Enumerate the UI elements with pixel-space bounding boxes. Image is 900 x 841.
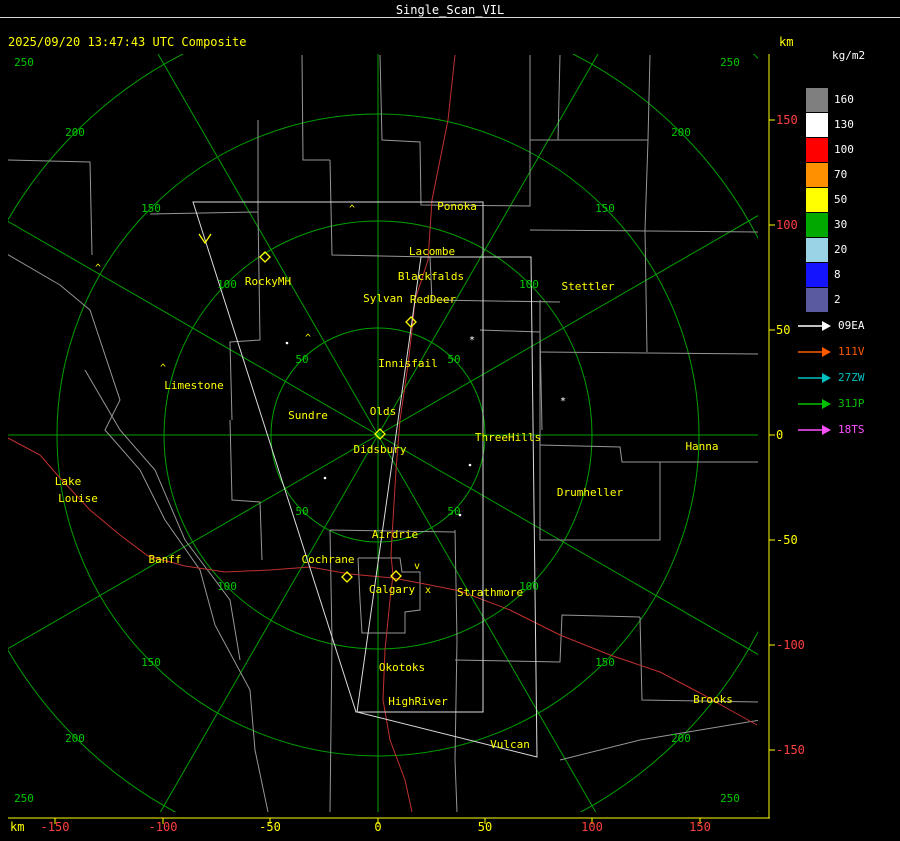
map-symbol: * [560, 396, 566, 407]
radar-arrow-icon [798, 373, 831, 383]
map-symbol: v [414, 561, 420, 572]
ring-label: 50 [447, 505, 460, 518]
radar-arrow-icon [798, 347, 831, 357]
axis-label: 100 [776, 218, 798, 232]
ring-label: 250 [14, 792, 34, 805]
colorbar-swatch [806, 113, 828, 137]
ring-label: 100 [519, 278, 539, 291]
colorbar-value: 50 [834, 193, 848, 206]
ring-label: 100 [519, 580, 539, 593]
ring-label: 200 [65, 126, 85, 139]
map-symbol: ^ [95, 263, 101, 274]
product-timestamp: 2025/09/20 13:47:43 UTC Composite [8, 35, 247, 49]
radar-arrow-icon [798, 399, 831, 409]
ring-distance-labels: 50 50 50 50 100 100 100 100 150 150 150 … [14, 56, 740, 805]
ring-label: 50 [447, 353, 460, 366]
colorbar-value: 70 [834, 168, 848, 181]
ring-label: 150 [595, 202, 615, 215]
colorbar-swatch [806, 88, 828, 112]
ring-label: 50 [295, 505, 308, 518]
axis-label: 0 [374, 820, 382, 834]
ring-label: 250 [720, 792, 740, 805]
map-symbol: ^ [305, 333, 311, 344]
road-lines [8, 54, 758, 812]
colorbar-swatch [806, 188, 828, 212]
axis-label: -150 [40, 820, 70, 834]
right-axis-ticks [769, 119, 775, 751]
radar-map-canvas[interactable]: 50 50 50 50 100 100 100 100 150 150 150 … [8, 54, 758, 812]
colorbar-swatch [806, 213, 828, 237]
ring-label: 200 [671, 126, 691, 139]
axis-label: -50 [776, 533, 798, 547]
axis-label: -100 [148, 820, 178, 834]
ring-label: 200 [671, 732, 691, 745]
echo-dot [468, 463, 472, 467]
axis-label: 100 [581, 820, 603, 834]
axis-label: 150 [776, 113, 798, 127]
colorbar-value: 160 [834, 93, 854, 106]
radar-id: 27ZW [838, 371, 865, 384]
colorbar-value: 30 [834, 218, 848, 231]
echo-dot [285, 341, 289, 345]
colorbar-value: 20 [834, 243, 848, 256]
ring-label: 150 [141, 656, 161, 669]
ring-label: 250 [720, 56, 740, 69]
axis-label: -150 [776, 743, 805, 757]
radar-id: 09EA [838, 319, 865, 332]
map-symbol: x [425, 585, 431, 596]
colorbar-swatch [806, 263, 828, 287]
ring-label: 150 [595, 656, 615, 669]
axis-label: 0 [776, 428, 784, 442]
right-axis-unit: km [779, 35, 794, 49]
echo-dot [323, 476, 327, 480]
axis-label: 50 [776, 323, 791, 337]
radar-id: 18TS [838, 423, 865, 436]
radar-arrow-icon [798, 425, 831, 435]
map-symbol: * [469, 335, 475, 346]
colorbar-swatch [806, 288, 828, 312]
ring-label: 250 [14, 56, 34, 69]
ring-label: 200 [65, 732, 85, 745]
colorbar-value: 100 [834, 143, 854, 156]
colorbar-unit: kg/m2 [832, 49, 866, 62]
axis-label: -50 [259, 820, 281, 834]
colorbar-swatch [806, 238, 828, 262]
colorbar-value: 8 [834, 268, 841, 281]
colorbar-swatch [806, 138, 828, 162]
colorbar-value: 130 [834, 118, 854, 131]
colorbar-swatch [806, 163, 828, 187]
ring-label: 100 [217, 278, 237, 291]
axis-label: 150 [689, 820, 711, 834]
ring-label: 100 [217, 580, 237, 593]
ring-label: 150 [141, 202, 161, 215]
window-title: Single_Scan_VIL [395, 3, 505, 17]
app-window: Single_Scan_VIL 2025/09/20 13:47:43 UTC … [0, 0, 900, 841]
radar-id: 31JP [838, 397, 865, 410]
radar-id: 111V [838, 345, 865, 358]
axis-label: 50 [477, 820, 493, 834]
title-divider [0, 17, 900, 18]
axis-label: -100 [776, 638, 805, 652]
radar-arrow-icon [798, 321, 831, 331]
bottom-axis-unit: km [10, 820, 25, 834]
scan-area-outline [192, 201, 538, 758]
colorbar-value: 2 [834, 293, 841, 306]
map-symbol: ^ [349, 204, 355, 215]
ring-label: 50 [295, 353, 308, 366]
map-symbol: ^ [160, 363, 166, 374]
echo-dot [458, 513, 462, 517]
